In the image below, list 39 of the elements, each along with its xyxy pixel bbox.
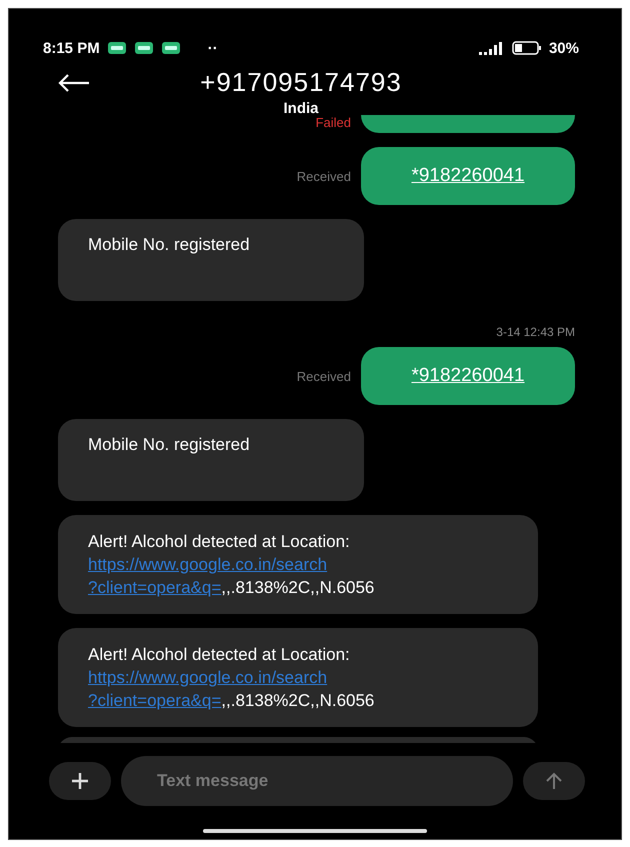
message-status: Received (296, 168, 351, 184)
sent-message-bubble[interactable]: *9182260041 (361, 147, 575, 205)
message-status: Failed (316, 115, 351, 130)
message-input-field[interactable]: Text message (121, 756, 513, 806)
battery-percentage: 30% (548, 40, 579, 56)
received-message-bubble[interactable]: Alert! Alcohol detected at Location: https://www.google.co.in/search ?client=opera&q=,,.8138%2C,,N.6056 (58, 628, 538, 727)
status-time: 8:15 PM (43, 40, 100, 56)
sent-message-bubble[interactable]: *9182260041 (361, 347, 575, 405)
received-message-bubble[interactable]: Mobile No. registered (58, 219, 364, 301)
message-status: Received (296, 368, 351, 384)
back-arrow-icon (57, 73, 91, 93)
received-message-bubble[interactable]: Mobile No. registered (58, 419, 364, 501)
up-arrow-icon (544, 771, 564, 791)
location-link[interactable]: https://www.google.co.in/search (88, 554, 508, 575)
sent-message-bubble[interactable] (361, 115, 575, 133)
attach-button[interactable] (49, 762, 111, 800)
battery-icon (512, 41, 542, 55)
location-link[interactable]: ?client=opera&q= (88, 691, 222, 710)
send-button[interactable] (523, 762, 585, 800)
notification-icon (106, 41, 127, 55)
message-text: Mobile No. registered (88, 435, 250, 454)
message-text: ,,.8138%2C,,N.6056 (221, 578, 374, 597)
message-timestamp: 3-14 12:43 PM (496, 325, 575, 339)
message-text: Alert! Alcohol detected at Location: (88, 644, 351, 665)
phone-link[interactable]: *9182260041 (411, 365, 525, 387)
message-text: ,,.8138%2C,,N.6056 (221, 691, 374, 710)
contact-number: +917095174793 (200, 67, 402, 98)
message-text: Mobile No. registered (88, 235, 250, 254)
signal-icon (478, 41, 505, 55)
contact-country: India (283, 100, 318, 117)
more-notifications: ·· (208, 40, 218, 56)
message-text: Alert! Alcohol detected at Location: (88, 531, 351, 552)
location-link[interactable]: ?client=opera&q= (88, 578, 222, 597)
phone-link[interactable]: *9182260041 (411, 165, 525, 187)
notification-icon (134, 41, 154, 55)
notification-icon (160, 41, 181, 55)
location-link[interactable]: https://www.google.co.in/search (88, 667, 508, 688)
plus-icon (70, 771, 90, 791)
received-message-bubble[interactable]: Alert! Alcohol detected at Location: https://www.google.co.in/search ?client=opera&q=,,.8138%2C,,N.6056 (58, 515, 538, 614)
